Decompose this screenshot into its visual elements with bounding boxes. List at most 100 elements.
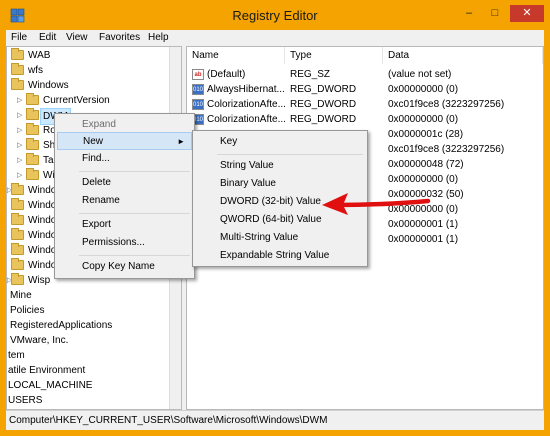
value-row[interactable]: ab (Default) REG_SZ (value not set) bbox=[187, 67, 543, 82]
dword-value-icon: 010 bbox=[192, 84, 204, 95]
new-submenu: Key String Value Binary Value DWORD (32-… bbox=[192, 130, 368, 267]
menu-item-find[interactable]: Find... bbox=[57, 150, 192, 168]
value-data: 0x0000001c (28) bbox=[388, 129, 464, 140]
context-menu: Expand New ► Find... Delete Rename Expor… bbox=[54, 113, 195, 279]
folder-icon bbox=[11, 258, 24, 270]
expand-arrow-icon[interactable]: ▷ bbox=[17, 138, 25, 153]
expand-arrow-icon[interactable]: ▷ bbox=[17, 153, 25, 168]
value-data: 0xc01f9ce8 (3223297256) bbox=[388, 99, 505, 110]
menu-view[interactable]: View bbox=[66, 32, 88, 43]
folder-icon bbox=[11, 183, 24, 195]
tree-item-label: Windo bbox=[28, 200, 57, 211]
value-data: 0x00000032 (50) bbox=[388, 189, 464, 200]
menu-item-string-value[interactable]: String Value bbox=[195, 157, 365, 175]
menu-item-qword-value[interactable]: QWORD (64-bit) Value bbox=[195, 211, 365, 229]
value-data: 0x00000048 (72) bbox=[388, 159, 464, 170]
expand-arrow-icon[interactable]: ▷ bbox=[17, 168, 25, 183]
tree-item-label: Windo bbox=[28, 185, 57, 196]
tree-item-label: Mine bbox=[10, 290, 32, 301]
menu-item-binary-value[interactable]: Binary Value bbox=[195, 175, 365, 193]
tree-item-label: Windo bbox=[28, 245, 57, 256]
folder-open-icon bbox=[11, 78, 24, 90]
value-data: 0xc01f9ce8 (3223297256) bbox=[388, 144, 505, 155]
menu-item-permissions[interactable]: Permissions... bbox=[57, 234, 192, 252]
menu-separator bbox=[79, 255, 190, 256]
menu-bar: File Edit View Favorites Help bbox=[6, 30, 544, 46]
menu-file[interactable]: File bbox=[11, 32, 27, 43]
value-type: REG_DWORD bbox=[290, 114, 357, 125]
status-bar-path: Computer\HKEY_CURRENT_USER\Software\Micr… bbox=[6, 410, 544, 430]
tree-item-label: RegisteredApplications bbox=[10, 320, 113, 331]
folder-icon bbox=[26, 108, 39, 120]
maximize-button[interactable]: □ bbox=[484, 5, 506, 22]
folder-icon bbox=[26, 123, 39, 135]
column-header-type[interactable]: Type bbox=[285, 47, 383, 64]
tree-item-label: VMware, Inc. bbox=[10, 335, 69, 346]
tree-item-label: wfs bbox=[28, 65, 43, 76]
menu-separator bbox=[217, 154, 363, 155]
column-header-name[interactable]: Name bbox=[187, 47, 285, 64]
tree-item-label: WAB bbox=[28, 50, 51, 61]
dword-value-icon: 010 bbox=[192, 99, 204, 110]
tree-item-label: Windo bbox=[28, 215, 57, 226]
value-data: 0x00000000 (0) bbox=[388, 114, 459, 125]
expand-arrow-icon[interactable]: ▷ bbox=[17, 123, 25, 138]
tree-item-label: CurrentVersion bbox=[43, 95, 110, 106]
tree-item-label: Windo bbox=[28, 230, 57, 241]
column-header-data[interactable]: Data bbox=[383, 47, 543, 64]
tree-item-label: atile Environment bbox=[8, 365, 86, 376]
menu-item-export[interactable]: Export bbox=[57, 216, 192, 234]
title-bar[interactable]: Registry Editor – □ ✕ bbox=[0, 0, 550, 30]
menu-item-rename[interactable]: Rename bbox=[57, 192, 192, 210]
value-row[interactable]: 010 ColorizationAfte... REG_DWORD 0x0000… bbox=[187, 112, 543, 127]
tree-item-label: Policies bbox=[10, 305, 45, 316]
expand-arrow-icon[interactable]: ▷ bbox=[17, 108, 25, 123]
menu-help[interactable]: Help bbox=[148, 32, 169, 43]
registry-editor-window: Registry Editor – □ ✕ File Edit View Fav… bbox=[0, 0, 550, 436]
folder-icon bbox=[26, 93, 39, 105]
tree-item-label: Wisp bbox=[28, 275, 51, 286]
tree-item-label: USERS bbox=[8, 395, 43, 406]
folder-icon bbox=[26, 168, 39, 180]
folder-icon bbox=[11, 198, 24, 210]
value-data: 0x00000000 (0) bbox=[388, 84, 459, 95]
value-row[interactable]: 010 ColorizationAfte... REG_DWORD 0xc01f… bbox=[187, 97, 543, 112]
value-name: (Default) bbox=[207, 69, 246, 80]
menu-item-copy-key-name[interactable]: Copy Key Name bbox=[57, 258, 192, 276]
menu-item-dword-value[interactable]: DWORD (32-bit) Value bbox=[195, 193, 365, 211]
value-type: REG_DWORD bbox=[290, 84, 357, 95]
menu-item-expandable-string-value[interactable]: Expandable String Value bbox=[195, 247, 365, 265]
folder-icon bbox=[11, 63, 24, 75]
value-data: 0x00000001 (1) bbox=[388, 219, 459, 230]
value-data: 0x00000000 (0) bbox=[388, 174, 459, 185]
folder-icon bbox=[11, 48, 24, 60]
value-row[interactable]: 010 AlwaysHibernat... REG_DWORD 0x000000… bbox=[187, 82, 543, 97]
tree-item-label: Windows bbox=[28, 80, 69, 91]
submenu-arrow-icon: ► bbox=[177, 137, 185, 146]
folder-icon bbox=[11, 243, 24, 255]
folder-icon bbox=[11, 213, 24, 225]
menu-item-label: New bbox=[83, 136, 104, 147]
value-name: AlwaysHibernat... bbox=[207, 84, 285, 95]
menu-edit[interactable]: Edit bbox=[39, 32, 56, 43]
value-data: (value not set) bbox=[388, 69, 452, 80]
folder-icon bbox=[26, 153, 39, 165]
menu-item-key[interactable]: Key bbox=[195, 133, 365, 151]
menu-item-multi-string-value[interactable]: Multi-String Value bbox=[195, 229, 365, 247]
minimize-button[interactable]: – bbox=[458, 5, 480, 22]
menu-item-delete[interactable]: Delete bbox=[57, 174, 192, 192]
menu-separator bbox=[79, 171, 190, 172]
expand-arrow-icon[interactable]: ▷ bbox=[17, 93, 25, 108]
menu-separator bbox=[79, 213, 190, 214]
tree-item-label: Wi bbox=[43, 170, 55, 181]
tree-item-label: tem bbox=[8, 350, 25, 361]
value-type: REG_DWORD bbox=[290, 99, 357, 110]
menu-favorites[interactable]: Favorites bbox=[99, 32, 140, 43]
folder-icon bbox=[26, 138, 39, 150]
value-type: REG_SZ bbox=[290, 69, 331, 80]
close-button[interactable]: ✕ bbox=[510, 5, 544, 22]
folder-icon bbox=[11, 273, 24, 285]
menu-item-new[interactable]: New ► bbox=[57, 132, 192, 150]
value-data: 0x00000001 (1) bbox=[388, 234, 459, 245]
string-value-icon: ab bbox=[192, 69, 204, 80]
